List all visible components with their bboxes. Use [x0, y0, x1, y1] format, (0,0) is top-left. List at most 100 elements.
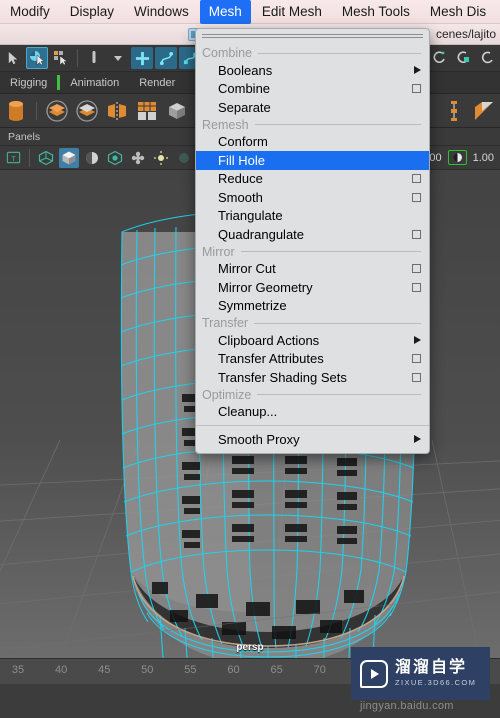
menu-item-clipboard-actions[interactable]: Clipboard Actions	[196, 331, 429, 350]
menu-group-header: Optimize	[196, 387, 429, 403]
menu-item-symmetrize[interactable]: Symmetrize	[196, 297, 429, 316]
menu-item-label: Quadrangulate	[218, 226, 305, 242]
menu-item-transfer-attributes[interactable]: Transfer Attributes	[196, 350, 429, 369]
screen-space-ao-icon[interactable]	[174, 148, 194, 168]
panels-menu-label[interactable]: Panels	[8, 131, 40, 143]
chevron-down-icon[interactable]	[107, 47, 129, 69]
shelf-smooth-icon[interactable]	[44, 98, 70, 124]
menu-item-booleans[interactable]: Booleans	[196, 61, 429, 80]
menu-group-rule	[240, 251, 421, 252]
smooth-shade-all-icon[interactable]	[59, 147, 79, 168]
watermark-en-text: ZIXUE.3D66.COM	[395, 678, 477, 688]
option-box-icon[interactable]	[412, 264, 421, 274]
timeline-tick-label: 65	[270, 664, 283, 676]
output-connections-icon[interactable]	[476, 47, 498, 69]
menu-item-combine[interactable]: Combine	[196, 80, 429, 99]
timeline-tick-label: 70	[313, 664, 326, 676]
shelf-cylinder-icon[interactable]	[3, 98, 29, 124]
snap-to-curve-button[interactable]	[155, 47, 177, 69]
option-box-icon[interactable]	[412, 229, 421, 239]
timeline-tick-label: 50	[141, 664, 154, 676]
lighting-icon[interactable]	[151, 148, 171, 168]
shelf-tab-label: Rigging	[10, 76, 48, 89]
menubar-item-mesh[interactable]: Mesh	[199, 0, 251, 24]
menu-group-label: Optimize	[202, 387, 252, 402]
shelf-cube-icon[interactable]	[164, 98, 190, 124]
option-box-icon[interactable]	[412, 282, 421, 292]
viewport-divider	[29, 148, 30, 167]
gamma-toggle-icon[interactable]	[447, 150, 467, 165]
snap-magnet-icon[interactable]	[83, 47, 105, 69]
menu-item-smooth[interactable]: Smooth	[196, 188, 429, 207]
wireframe-shading-icon[interactable]	[36, 148, 56, 168]
menu-item-label: Smooth	[218, 189, 263, 205]
shelf-bevel-icon[interactable]	[471, 98, 497, 124]
menu-item-transfer-shading-sets[interactable]: Transfer Shading Sets	[196, 368, 429, 387]
menu-tear-off-handle[interactable]	[202, 33, 423, 41]
menu-group-header: Combine	[196, 45, 429, 61]
shelf-tab-label: Animation	[70, 76, 120, 89]
menu-item-quadrangulate[interactable]: Quadrangulate	[196, 225, 429, 244]
shelf-mirror-icon[interactable]	[104, 98, 130, 124]
shelf-grid-icon[interactable]	[134, 98, 160, 124]
shelf-tab-render[interactable]: Render	[129, 72, 185, 93]
mesh-menu-body: Combine Booleans Combine Separate Remesh Conf…	[196, 45, 429, 449]
viewport-text-icon[interactable]: T	[3, 148, 23, 168]
timeline-tick-label: 35	[11, 664, 25, 676]
menu-item-cleanup[interactable]: Cleanup...	[196, 403, 429, 422]
option-box-icon[interactable]	[412, 174, 421, 184]
shelf-tab-label: Render	[139, 76, 176, 89]
menubar-item-edit-mesh[interactable]: Edit Mesh	[253, 0, 331, 24]
menu-item-label: Reduce	[218, 171, 263, 187]
menu-group-label: Remesh	[202, 117, 249, 132]
shelf-tab-animation[interactable]: Animation	[60, 72, 129, 93]
menu-item-label: Smooth Proxy	[218, 431, 300, 447]
option-box-icon[interactable]	[412, 354, 421, 364]
menu-separator	[196, 425, 429, 426]
menu-item-smooth-proxy[interactable]: Smooth Proxy	[196, 430, 429, 449]
menu-item-reduce[interactable]: Reduce	[196, 170, 429, 189]
option-box-icon[interactable]	[412, 372, 421, 382]
watermark-cn-text: 溜溜自学	[395, 658, 468, 676]
svg-text:T: T	[11, 154, 16, 163]
play-logo-icon	[360, 659, 388, 688]
option-box-icon[interactable]	[412, 192, 421, 202]
window-title-path: cenes/lajito	[435, 27, 496, 41]
select-by-component-type-button[interactable]	[50, 47, 72, 69]
toolbar-divider	[77, 49, 78, 67]
option-box-icon[interactable]	[412, 84, 421, 94]
menu-item-label: Clipboard Actions	[218, 332, 320, 348]
menu-group-rule	[254, 124, 421, 125]
menubar-item-mesh-dis[interactable]: Mesh Dis	[421, 0, 495, 24]
menu-group-rule	[254, 322, 421, 324]
menu-item-label: Transfer Shading Sets	[218, 369, 347, 385]
shelf-edge-loop-icon[interactable]	[441, 98, 467, 124]
shelf-divider	[36, 101, 37, 120]
use-all-lights-icon[interactable]	[105, 148, 125, 168]
menu-item-mirror-cut[interactable]: Mirror Cut	[196, 260, 429, 279]
menu-group-rule	[258, 52, 421, 54]
snap-to-grid-button[interactable]	[131, 47, 153, 69]
menu-item-fill-hole[interactable]: Fill Hole	[196, 151, 429, 170]
submenu-arrow-icon	[414, 336, 421, 345]
shelf-subdiv-icon[interactable]	[74, 98, 100, 124]
menubar-item-modify[interactable]: Modify	[1, 0, 59, 24]
menubar-item-windows[interactable]: Windows	[125, 0, 198, 24]
construction-history-icon[interactable]	[428, 47, 450, 69]
mesh-dropdown-menu[interactable]: Combine Booleans Combine Separate Remesh Conf…	[195, 28, 430, 454]
menu-item-label: Triangulate	[218, 208, 283, 224]
menubar-item-display[interactable]: Display	[61, 0, 123, 24]
input-connections-icon[interactable]	[452, 47, 474, 69]
menu-item-mirror-geometry[interactable]: Mirror Geometry	[196, 278, 429, 297]
menu-item-conform[interactable]: Conform	[196, 133, 429, 152]
menu-item-label: Conform	[218, 134, 268, 150]
shelf-tab-rigging[interactable]: Rigging	[0, 72, 57, 93]
menubar-item-mesh-tools[interactable]: Mesh Tools	[333, 0, 419, 24]
menu-item-separate[interactable]: Separate	[196, 98, 429, 117]
menu-item-triangulate[interactable]: Triangulate	[196, 207, 429, 226]
select-tool-button[interactable]	[2, 47, 24, 69]
select-by-object-type-button[interactable]	[26, 47, 48, 69]
menu-item-label: Symmetrize	[218, 298, 287, 314]
shaded-with-textures-icon[interactable]	[82, 148, 102, 168]
shadows-icon[interactable]	[128, 148, 148, 168]
